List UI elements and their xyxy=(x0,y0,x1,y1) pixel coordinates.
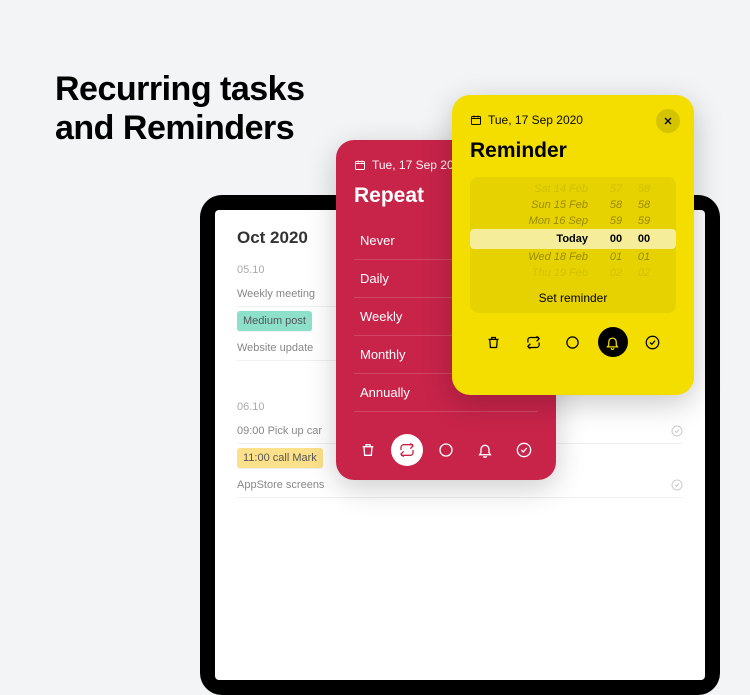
reminder-picker[interactable]: Sat 14 Feb5758 Sun 15 Feb5858 Mon 16 Sep… xyxy=(470,177,676,313)
picker-row[interactable]: Thu 19 Feb0202 xyxy=(470,265,676,281)
picker-day: Sun 15 Feb xyxy=(488,199,602,211)
trash-icon[interactable] xyxy=(352,434,384,466)
headline-line2: and Reminders xyxy=(55,109,294,147)
task-row[interactable]: 11:00 call Mark xyxy=(237,448,323,469)
panel-date-text: Tue, 17 Sep 2020 xyxy=(488,113,583,127)
picker-min: 59 xyxy=(630,215,658,227)
picker-row[interactable]: Sun 15 Feb5858 xyxy=(470,197,676,213)
task-text: AppStore screens xyxy=(237,479,324,491)
task-text: Weekly meeting xyxy=(237,288,315,300)
reminder-actions xyxy=(470,313,676,357)
task-text: 09:00 Pick up car xyxy=(237,425,322,437)
picker-day: Mon 16 Sep xyxy=(488,215,602,227)
picker-min: 02 xyxy=(630,267,658,279)
reminder-title: Reminder xyxy=(470,139,676,163)
picker-hour: 01 xyxy=(602,251,630,263)
panel-date: Tue, 17 Sep 2020 xyxy=(470,113,676,127)
bell-icon[interactable] xyxy=(598,327,628,357)
check-circle-icon xyxy=(671,425,683,437)
set-reminder-button[interactable]: Set reminder xyxy=(470,281,676,309)
picker-row[interactable]: Wed 18 Feb0101 xyxy=(470,249,676,265)
task-row[interactable]: Medium post xyxy=(237,311,312,332)
picker-hour: 00 xyxy=(602,233,630,245)
headline-line1: Recurring tasks xyxy=(55,70,305,108)
repeat-icon[interactable] xyxy=(518,327,548,357)
picker-row-selected[interactable]: Today0000 xyxy=(470,229,676,249)
picker-row[interactable]: Mon 16 Sep5959 xyxy=(470,213,676,229)
picker-min: 58 xyxy=(630,183,658,195)
repeat-icon[interactable] xyxy=(391,434,423,466)
picker-day: Sat 14 Feb xyxy=(488,183,602,195)
picker-day: Thu 19 Feb xyxy=(488,267,602,279)
circle-icon[interactable] xyxy=(558,327,588,357)
circle-icon[interactable] xyxy=(430,434,462,466)
picker-day: Wed 18 Feb xyxy=(488,251,602,263)
reminder-panel: Tue, 17 Sep 2020 Reminder Sat 14 Feb5758… xyxy=(452,95,694,395)
headline: Recurring tasks and Reminders xyxy=(55,70,305,148)
picker-min: 58 xyxy=(630,199,658,211)
picker-row[interactable]: Sat 14 Feb5758 xyxy=(470,181,676,197)
calendar-icon xyxy=(354,159,366,171)
picker-day: Today xyxy=(488,233,602,245)
trash-icon[interactable] xyxy=(479,327,509,357)
check-circle-icon[interactable] xyxy=(508,434,540,466)
calendar-icon xyxy=(470,114,482,126)
picker-min: 01 xyxy=(630,251,658,263)
picker-hour: 02 xyxy=(602,267,630,279)
picker-hour: 58 xyxy=(602,199,630,211)
picker-hour: 57 xyxy=(602,183,630,195)
check-circle-icon[interactable] xyxy=(637,327,667,357)
repeat-actions xyxy=(336,434,556,466)
picker-min: 00 xyxy=(630,233,658,245)
bell-icon[interactable] xyxy=(469,434,501,466)
task-text: Website update xyxy=(237,342,313,354)
picker-hour: 59 xyxy=(602,215,630,227)
check-circle-icon xyxy=(671,479,683,491)
